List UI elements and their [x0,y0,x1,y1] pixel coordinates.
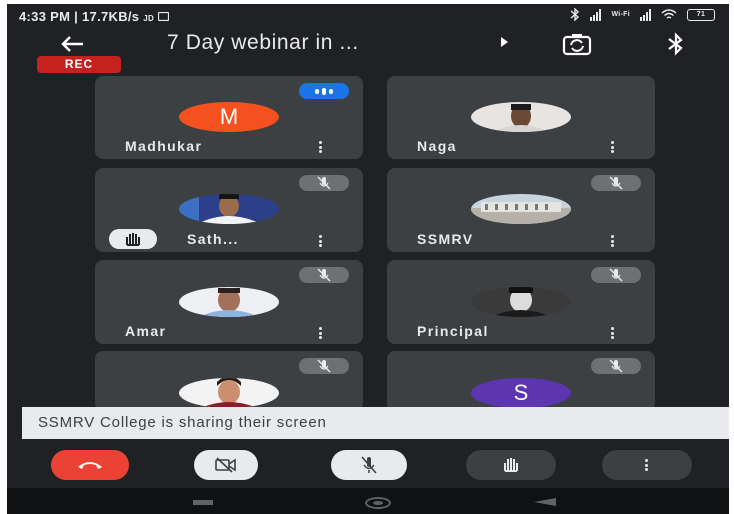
bluetooth-icon[interactable] [667,32,685,56]
mic-off-icon [591,267,641,283]
meet-screen: 4:33 PM | 17.7KB/s JD Wi-Fi 71 7 Day web… [7,4,729,514]
avatar [179,287,279,317]
participant-tile[interactable]: Sath... [95,168,363,252]
avatar [179,194,279,224]
participant-tile[interactable]: SSMRV [387,168,655,252]
status-bar: 4:33 PM | 17.7KB/s JD Wi-Fi 71 [7,4,729,28]
more-options-button[interactable] [602,450,692,480]
avatar: M [179,102,279,132]
back-arrow-icon[interactable] [59,32,85,56]
participant-tile[interactable]: Naga [387,76,655,159]
mic-off-icon [299,358,349,374]
more-vert-icon [645,459,649,471]
more-vert-icon[interactable] [611,327,615,339]
mic-off-icon [361,456,377,474]
recents-icon[interactable] [193,500,213,505]
avatar [179,378,279,408]
cast-icon [157,11,170,22]
more-vert-icon[interactable] [319,327,323,339]
mic-toggle-button[interactable] [331,450,407,480]
participant-name: Amar [125,323,167,339]
call-end-icon [78,462,102,469]
home-icon[interactable] [365,497,391,509]
videocam-off-icon [215,457,236,473]
signal-icon [590,8,602,21]
avatar-letter: M [219,104,239,129]
participant-tile[interactable]: S [387,351,655,411]
participant-tile[interactable] [95,351,363,411]
participant-name: Sath... [187,231,239,247]
camera-switch-icon[interactable] [562,31,592,57]
screen-share-banner: SSMRV College is sharing their screen [22,407,729,439]
participant-tile[interactable]: M Madhukar [95,76,363,159]
nav-back-icon[interactable] [534,498,556,506]
system-nav-bar [7,488,729,514]
status-left: 4:33 PM | 17.7KB/s JD [19,9,170,24]
avatar-letter: S [513,380,529,405]
recording-badge: REC [37,56,121,73]
avatar [471,194,571,224]
participant-name: Principal [417,323,489,339]
raised-hand-icon [126,233,140,246]
wifi-calling-label: Wi-Fi [611,11,630,18]
participant-tile[interactable]: Principal [387,260,655,344]
mic-off-icon [591,175,641,191]
more-vert-icon[interactable] [319,141,323,153]
chevron-right-icon[interactable] [501,37,508,47]
more-vert-icon[interactable] [319,235,323,247]
participant-name: Madhukar [125,138,203,154]
carrier-tag: JD [143,14,155,23]
status-right: Wi-Fi 71 [570,8,715,21]
more-vert-icon[interactable] [611,235,615,247]
bluetooth-status-icon [570,8,580,21]
avatar [471,102,571,132]
wifi-icon [661,8,677,19]
mic-off-icon [299,267,349,283]
status-time: 4:33 PM [19,9,71,24]
status-separator: | [74,9,79,24]
speaking-indicator-icon [299,83,349,99]
signal-icon-2 [640,8,651,21]
participant-name: Naga [417,138,457,154]
participant-tile[interactable]: Amar [95,260,363,344]
avatar: S [471,378,571,408]
end-call-button[interactable] [51,450,129,480]
avatar [471,287,571,317]
status-speed: 17.7KB/s [82,9,140,24]
mic-off-icon [299,175,349,191]
camera-toggle-button[interactable] [194,450,258,480]
participant-name: SSMRV [417,231,474,247]
raise-hand-button[interactable] [466,450,556,480]
battery-icon: 71 [687,8,715,21]
meeting-title[interactable]: 7 Day webinar in ... [167,31,359,55]
more-vert-icon[interactable] [611,141,615,153]
raised-hand-badge [109,229,157,249]
mic-off-icon [591,358,641,374]
raised-hand-icon [504,458,518,472]
